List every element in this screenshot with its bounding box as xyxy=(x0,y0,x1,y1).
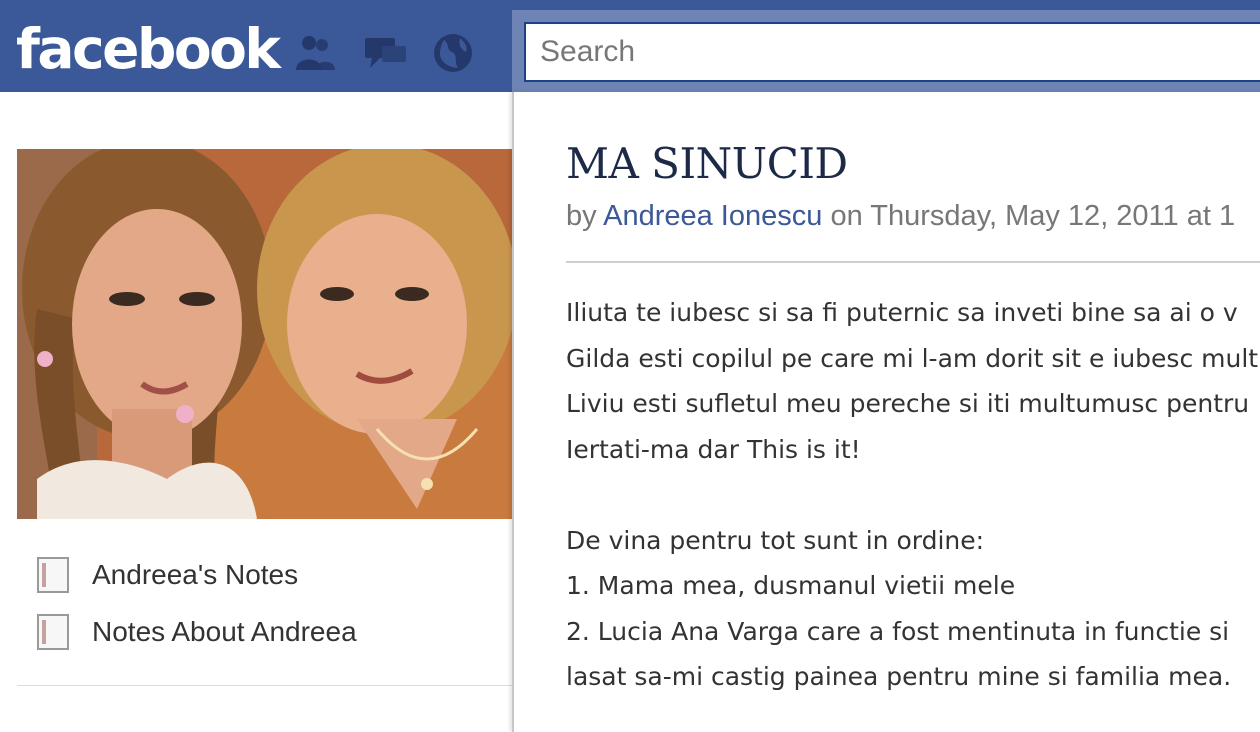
note-date: on Thursday, May 12, 2011 at 1 xyxy=(830,200,1236,232)
note-body-line: Iertati-ma dar This is it! xyxy=(566,435,861,464)
sidebar-divider xyxy=(17,685,512,686)
note-body-line: 1. Mama mea, dusmanul vietii mele xyxy=(566,571,1016,600)
sidebar-link-label: Notes About Andreea xyxy=(92,616,357,647)
note-document-icon xyxy=(37,557,69,593)
sidebar-link-label: Andreea's Notes xyxy=(92,559,299,590)
note-title: MA SINUCID xyxy=(566,139,848,188)
title-divider xyxy=(566,261,1260,263)
note-body-line: De vina pentru tot sunt in ordine: xyxy=(566,526,985,555)
note-body-line: Iliuta te iubesc si sa fi puternic sa in… xyxy=(566,298,1238,327)
messages-icon[interactable] xyxy=(362,30,408,76)
note-byline: by Andreea Ionescu on Thursday, May 12, … xyxy=(566,198,1235,234)
note-document-icon xyxy=(37,614,69,650)
byline-prefix: by xyxy=(566,200,597,232)
facebook-logo[interactable]: facebook xyxy=(16,14,281,84)
friend-requests-icon[interactable] xyxy=(292,30,338,76)
author-link[interactable]: Andreea Ionescu xyxy=(603,200,822,232)
note-body-line: 2. Lucia Ana Varga care a fost mentinuta… xyxy=(566,617,1230,646)
search-input[interactable] xyxy=(524,22,1260,82)
note-body-line: Liviu esti sufletul meu pereche si iti m… xyxy=(566,389,1250,418)
note-body-line: lasat sa-mi castig painea pentru mine si… xyxy=(566,662,1232,691)
notifications-globe-icon[interactable] xyxy=(430,30,476,76)
profile-photo[interactable] xyxy=(17,149,512,519)
note-body-line: Gilda esti copilul pe care mi l-am dorit… xyxy=(566,344,1259,373)
